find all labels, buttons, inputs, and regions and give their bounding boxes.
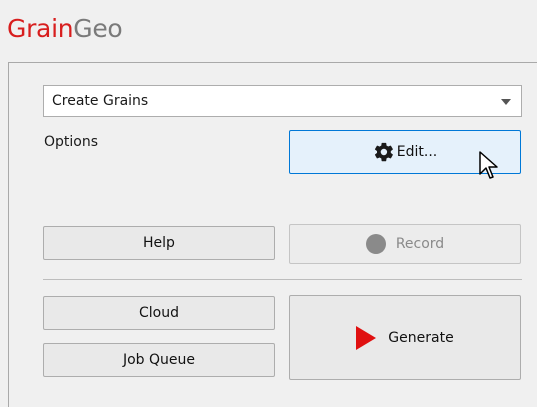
help-button[interactable]: Help [43, 226, 275, 260]
app-logo: GrainGeo [7, 14, 123, 44]
record-circle-icon [365, 234, 386, 254]
cloud-button[interactable]: Cloud [43, 296, 275, 330]
cloud-label: Cloud [139, 305, 179, 321]
job-queue-label: Job Queue [122, 352, 196, 368]
edit-options-label: Edit... [396, 144, 438, 160]
logo-part-grain: Grain [7, 14, 74, 43]
chevron-down-icon[interactable] [501, 99, 511, 105]
play-icon [356, 325, 377, 350]
mode-dropdown[interactable]: Create Grains [43, 85, 522, 117]
gear-icon [374, 142, 393, 162]
job-queue-button[interactable]: Job Queue [43, 343, 275, 377]
record-label: Record [395, 236, 445, 252]
section-divider [43, 279, 522, 280]
options-label: Options [44, 134, 99, 150]
record-button[interactable]: Record [289, 224, 521, 264]
title-bar: GrainGeo [0, 0, 537, 60]
generate-button[interactable]: Generate [289, 295, 521, 380]
generate-label: Generate [388, 329, 454, 346]
mouse-cursor-icon [479, 151, 498, 179]
help-label: Help [143, 235, 175, 251]
logo-part-geo: Geo [73, 14, 123, 43]
mode-dropdown-value: Create Grains [52, 93, 149, 109]
